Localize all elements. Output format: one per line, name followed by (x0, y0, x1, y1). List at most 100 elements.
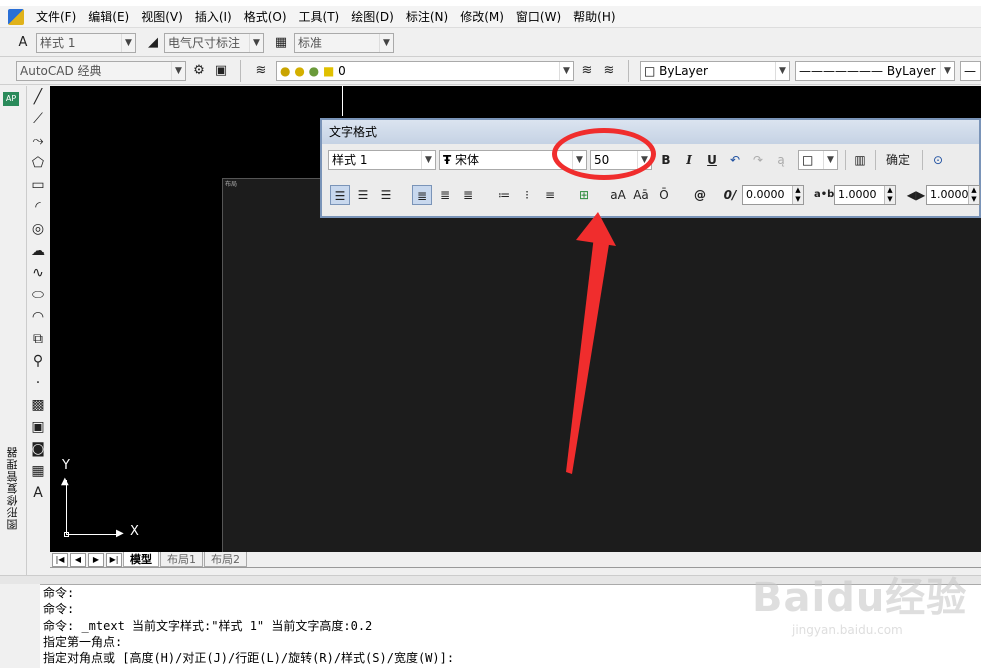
ellipse-arc-icon[interactable]: ◠ (27, 306, 49, 328)
point-icon[interactable]: · (27, 372, 49, 394)
stack-icon[interactable]: ą (771, 150, 791, 170)
menu-help[interactable]: 帮助(H) (567, 6, 621, 28)
tracking-input[interactable]: 1.0000 ▲ ▼ (834, 185, 896, 205)
workspace-select[interactable]: AutoCAD 经典 ▼ (16, 61, 186, 81)
menu-file[interactable]: 文件(F) (30, 6, 82, 28)
ellipse-icon[interactable]: ⬭ (27, 284, 49, 306)
align-middle-icon[interactable]: ≣ (435, 185, 455, 205)
spinner-icon[interactable]: ▲ ▼ (792, 186, 803, 204)
text-format-title[interactable]: 文字格式 (322, 120, 979, 144)
toolbar-separator (875, 150, 876, 170)
menu-format[interactable]: 格式(O) (238, 6, 293, 28)
options-chevron-icon[interactable]: ⊙ (928, 150, 948, 170)
numbering-icon[interactable]: ≔ (494, 185, 514, 205)
ruler-icon[interactable]: ▥ (850, 150, 870, 170)
table-style-icon[interactable]: ▦ (272, 34, 290, 52)
menu-modify[interactable]: 修改(M) (454, 6, 510, 28)
watermark-url: jingyan.baidu.com (792, 623, 903, 637)
menu-insert[interactable]: 插入(I) (189, 6, 238, 28)
dim-style-icon[interactable]: ◢ (144, 34, 162, 52)
revision-cloud-icon[interactable]: ☁ (27, 240, 49, 262)
toolbar-separator (845, 150, 846, 170)
tab-layout1[interactable]: 布局1 (160, 552, 203, 567)
region-icon[interactable]: ◙ (27, 438, 49, 460)
line-icon[interactable]: ╱ (27, 86, 49, 108)
align-right-icon[interactable]: ☰ (376, 185, 396, 205)
overline-icon[interactable]: Ō (654, 185, 674, 205)
width-factor-icon[interactable]: ◀▶ (906, 185, 926, 205)
insert-block-icon[interactable]: ⧉ (27, 328, 49, 350)
last-tab-icon[interactable]: ▶| (106, 552, 122, 567)
oblique-angle-input[interactable]: 0.0000 ▲ ▼ (742, 185, 804, 205)
spline-icon[interactable]: ∿ (27, 262, 49, 284)
hatch-icon[interactable]: ▩ (27, 394, 49, 416)
align-center-icon[interactable]: ☰ (353, 185, 373, 205)
workspace-settings-icon[interactable]: ⚙ (190, 62, 208, 80)
chevron-down-icon: ▼ (940, 62, 954, 80)
rectangle-icon[interactable]: ▭ (27, 174, 49, 196)
align-bottom-icon[interactable]: ≣ (458, 185, 478, 205)
first-tab-icon[interactable]: |◀ (52, 552, 68, 567)
bold-button[interactable]: B (656, 150, 676, 170)
spinner-icon[interactable]: ▲ ▼ (884, 186, 895, 204)
recovery-logo-icon: AP (3, 92, 19, 106)
insert-field-icon[interactable]: ⊞ (574, 185, 594, 205)
layer-manager-icon[interactable]: ≋ (252, 62, 270, 80)
underline-button[interactable]: U (702, 150, 722, 170)
polyline-icon[interactable]: ⤳ (27, 130, 49, 152)
uppercase-icon[interactable]: aA (608, 185, 628, 205)
align-left-icon[interactable]: ☰ (330, 185, 350, 205)
menu-view[interactable]: 视图(V) (135, 6, 189, 28)
redo-icon[interactable]: ↷ (748, 150, 768, 170)
color-select[interactable]: □ ByLayer ▼ (640, 61, 790, 81)
next-tab-icon[interactable]: ▶ (88, 552, 104, 567)
construction-line-icon[interactable]: ⟋ (27, 108, 49, 130)
text-format-row2: ☰ ☰ ☰ ≣ ≣ ≣ ≔ ⁝ ≡ ⊞ aA Aā Ō @ 0/ 0.0000 … (328, 183, 980, 207)
oblique-angle-icon[interactable]: 0/ (720, 185, 740, 205)
symbol-icon[interactable]: @ (690, 185, 710, 205)
text-style-select[interactable]: 样式 1 ▼ (36, 33, 136, 53)
prev-tab-icon[interactable]: ◀ (70, 552, 86, 567)
text-style-icon[interactable]: A (14, 34, 32, 52)
undo-icon[interactable]: ↶ (725, 150, 745, 170)
menu-window[interactable]: 窗口(W) (510, 6, 567, 28)
menu-bar: 文件(F) 编辑(E) 视图(V) 插入(I) 格式(O) 工具(T) 绘图(D… (0, 6, 981, 28)
italic-button[interactable]: I (679, 150, 699, 170)
table-style-select[interactable]: 标准 ▼ (294, 33, 394, 53)
multiline-text-icon[interactable]: A (27, 482, 49, 504)
autocad-app-icon[interactable] (8, 8, 24, 25)
table-icon[interactable]: ▦ (27, 460, 49, 482)
width-factor-input[interactable]: 1.0000 ▲ ▼ (926, 185, 980, 205)
gradient-icon[interactable]: ▣ (27, 416, 49, 438)
layer-make-current-icon[interactable]: ≋ (600, 62, 618, 80)
drawing-recovery-label: 图形修复管理器 (6, 446, 19, 530)
color-value: ByLayer (659, 64, 708, 78)
circle-icon[interactable]: ◎ (27, 218, 49, 240)
tab-model[interactable]: 模型 (123, 552, 159, 567)
spinner-icon[interactable]: ▲ ▼ (968, 186, 979, 204)
ucs-y-label: Y (62, 458, 70, 473)
workspace-save-icon[interactable]: ▣ (212, 62, 230, 80)
align-top-icon[interactable]: ≣ (412, 185, 432, 205)
mtext-style-select[interactable]: 样式 1 ▼ (328, 150, 436, 170)
menu-edit[interactable]: 编辑(E) (82, 6, 135, 28)
layer-previous-icon[interactable]: ≋ (578, 62, 596, 80)
lettering-icon[interactable]: ≡ (540, 185, 560, 205)
polygon-icon[interactable]: ⬠ (27, 152, 49, 174)
dim-style-value: 电气尺寸标注 (168, 36, 241, 50)
menu-tools[interactable]: 工具(T) (293, 6, 346, 28)
tab-layout2[interactable]: 布局2 (204, 552, 247, 567)
text-color-select[interactable]: □ ▼ (798, 150, 838, 170)
ok-button[interactable]: 确定 (881, 150, 915, 170)
tracking-icon[interactable]: a•b (814, 185, 834, 205)
lowercase-icon[interactable]: Aā (631, 185, 651, 205)
lineweight-select[interactable]: — (960, 61, 981, 81)
arc-icon[interactable]: ◜ (27, 196, 49, 218)
layer-select[interactable]: ● ● ● ■ 0 ▼ (276, 61, 574, 81)
menu-draw[interactable]: 绘图(D) (345, 6, 400, 28)
linetype-select[interactable]: ——————— ByLayer ▼ (795, 61, 955, 81)
dim-style-select[interactable]: 电气尺寸标注 ▼ (164, 33, 264, 53)
menu-dimension[interactable]: 标注(N) (400, 6, 454, 28)
make-block-icon[interactable]: ⚲ (27, 350, 49, 372)
bullets-icon[interactable]: ⁝ (517, 185, 537, 205)
